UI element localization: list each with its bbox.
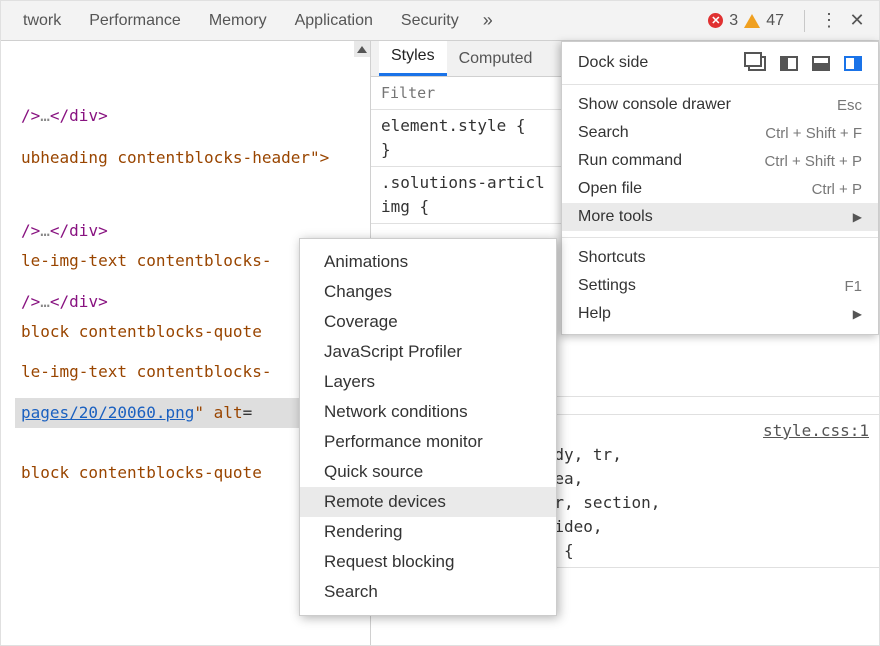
menu-item-help[interactable]: Help ▶ <box>562 300 878 328</box>
submenu-item-coverage[interactable]: Coverage <box>300 307 556 337</box>
source-link[interactable]: style.css:1 <box>763 419 869 443</box>
tab-performance[interactable]: Performance <box>75 1 195 40</box>
tab-network[interactable]: twork <box>9 1 75 40</box>
submenu-item-request-blocking[interactable]: Request blocking <box>300 547 556 577</box>
submenu-item-quick-source[interactable]: Quick source <box>300 457 556 487</box>
main-menu-dropdown: Dock side Show console drawer Esc Search… <box>561 41 879 335</box>
elements-row[interactable]: ubheading contentblocks-header"> <box>15 143 370 173</box>
menu-item-settings[interactable]: Settings F1 <box>562 272 878 300</box>
tab-security[interactable]: Security <box>387 1 473 40</box>
submenu-item-layers[interactable]: Layers <box>300 367 556 397</box>
toolbar-divider <box>804 10 805 32</box>
menu-item-more-tools[interactable]: More tools ▶ <box>562 203 878 231</box>
menu-item-open-file[interactable]: Open file Ctrl + P <box>562 175 878 203</box>
tab-memory[interactable]: Memory <box>195 1 281 40</box>
dock-right-icon[interactable] <box>844 56 862 71</box>
tabs-overflow-button[interactable]: » <box>473 10 503 31</box>
warning-icon <box>744 14 760 28</box>
error-count: 3 <box>729 12 738 30</box>
dock-side-label: Dock side <box>578 54 734 72</box>
kebab-menu-button[interactable]: ⋮ <box>815 10 843 31</box>
computed-tab[interactable]: Computed <box>447 42 545 76</box>
more-tools-submenu: AnimationsChangesCoverageJavaScript Prof… <box>299 238 557 616</box>
submenu-item-changes[interactable]: Changes <box>300 277 556 307</box>
warning-count: 47 <box>766 12 784 30</box>
submenu-item-animations[interactable]: Animations <box>300 247 556 277</box>
dock-bottom-icon[interactable] <box>812 56 830 71</box>
dock-side-row: Dock side <box>562 48 878 78</box>
menu-separator <box>562 237 878 238</box>
menu-item-run-command[interactable]: Run command Ctrl + Shift + P <box>562 147 878 175</box>
submenu-item-javascript-profiler[interactable]: JavaScript Profiler <box>300 337 556 367</box>
close-devtools-button[interactable]: ✕ <box>843 10 871 31</box>
submenu-item-search[interactable]: Search <box>300 577 556 607</box>
chevron-right-icon: ▶ <box>853 210 862 224</box>
submenu-item-remote-devices[interactable]: Remote devices <box>300 487 556 517</box>
devtools-toolbar: twork Performance Memory Application Sec… <box>1 1 879 41</box>
menu-item-search[interactable]: Search Ctrl + Shift + F <box>562 119 878 147</box>
dock-left-icon[interactable] <box>780 56 798 71</box>
chevron-right-icon: ▶ <box>853 307 862 321</box>
styles-tab[interactable]: Styles <box>379 41 447 76</box>
scrollbar-up-button[interactable] <box>354 41 370 57</box>
elements-row[interactable]: />…</div> <box>15 101 370 131</box>
console-counts[interactable]: ✕ 3 47 <box>708 12 794 30</box>
dock-popout-icon[interactable] <box>748 56 766 71</box>
submenu-item-network-conditions[interactable]: Network conditions <box>300 397 556 427</box>
error-icon: ✕ <box>708 13 723 28</box>
submenu-item-performance-monitor[interactable]: Performance monitor <box>300 427 556 457</box>
tab-application[interactable]: Application <box>281 1 387 40</box>
menu-separator <box>562 84 878 85</box>
submenu-item-rendering[interactable]: Rendering <box>300 517 556 547</box>
menu-item-console-drawer[interactable]: Show console drawer Esc <box>562 91 878 119</box>
menu-item-shortcuts[interactable]: Shortcuts <box>562 244 878 272</box>
